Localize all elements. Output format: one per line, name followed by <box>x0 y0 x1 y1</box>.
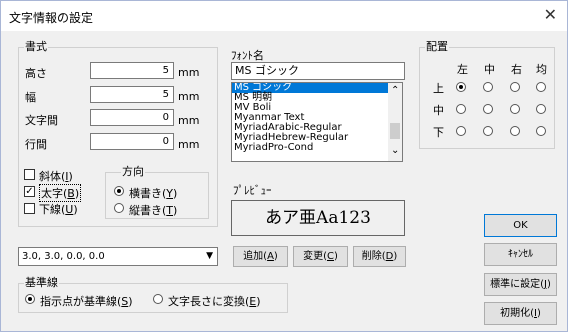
text-info-dialog: 文字情報の設定 ✕ 書式 高さ 5 mm 幅 5 mm 文字間 0 mm 行間 … <box>0 0 568 332</box>
col-right-label: 右 <box>511 63 522 76</box>
placement-radio[interactable] <box>483 104 493 114</box>
line-spacing-label: 行間 <box>25 138 47 151</box>
check-icon: ✓ <box>25 186 34 197</box>
font-name-label: ﾌｫﾝﾄ名 <box>231 49 264 62</box>
window-title: 文字情報の設定 <box>9 11 94 25</box>
ok-button[interactable]: OK <box>484 214 557 237</box>
baseline-length-radio[interactable] <box>153 294 163 304</box>
preview-box: あア亜Aa123 <box>231 200 405 236</box>
horizontal-radio[interactable] <box>114 186 124 196</box>
placement-radio[interactable] <box>483 82 493 92</box>
placement-radio[interactable] <box>483 126 493 136</box>
scroll-thumb[interactable] <box>390 123 400 139</box>
char-spacing-input[interactable]: 0 <box>90 109 174 126</box>
baseline-point-label: 指示点が基準線(S) <box>40 295 133 308</box>
italic-label: 斜体(I) <box>39 170 73 183</box>
col-justify-label: 均 <box>536 63 547 76</box>
line-spacing-input[interactable]: 0 <box>90 133 174 150</box>
font-list-scrollbar[interactable]: ⌃ ⌄ <box>388 83 402 161</box>
underline-checkbox[interactable] <box>24 203 35 214</box>
initialize-button[interactable]: 初期化(I) <box>484 302 557 325</box>
set-default-button[interactable]: 標準に設定(J) <box>484 273 557 296</box>
placement-group-label: 配置 <box>425 40 449 53</box>
bold-label: 太字(B) <box>39 184 82 202</box>
preset-combo-value: 3.0, 3.0, 0.0, 0.0 <box>22 251 105 262</box>
dropdown-arrow-icon[interactable]: ▼ <box>206 248 213 265</box>
col-left-label: 左 <box>457 63 468 76</box>
char-spacing-label: 文字間 <box>25 114 58 127</box>
vertical-radio[interactable] <box>114 203 124 213</box>
change-button[interactable]: 変更(C) <box>293 246 348 267</box>
delete-button[interactable]: 削除(D) <box>353 246 406 267</box>
width-label: 幅 <box>25 91 36 104</box>
height-label: 高さ <box>25 67 47 80</box>
format-group-label: 書式 <box>24 40 48 53</box>
close-icon[interactable]: ✕ <box>544 5 557 24</box>
baseline-group-label: 基準線 <box>24 276 59 289</box>
preset-combo[interactable]: 3.0, 3.0, 0.0, 0.0 ▼ <box>18 247 218 266</box>
baseline-length-label: 文字長さに変換(E) <box>168 295 261 308</box>
italic-checkbox[interactable] <box>24 169 35 180</box>
height-input[interactable]: 5 <box>90 62 174 79</box>
font-list-item[interactable]: MyriadPro-Cond <box>232 143 402 153</box>
width-unit: mm <box>178 90 200 103</box>
placement-radio[interactable] <box>510 82 520 92</box>
placement-radio[interactable] <box>536 126 546 136</box>
line-spacing-unit: mm <box>178 138 200 151</box>
placement-radio[interactable] <box>510 104 520 114</box>
baseline-point-radio[interactable] <box>25 294 35 304</box>
placement-radio[interactable] <box>456 126 466 136</box>
char-spacing-unit: mm <box>178 114 200 127</box>
bold-checkbox[interactable]: ✓ <box>24 186 35 197</box>
direction-group-label: 方向 <box>121 165 145 178</box>
col-center-label: 中 <box>484 63 495 76</box>
placement-radio[interactable] <box>456 82 466 92</box>
font-list[interactable]: MS ゴシック MS 明朝 MV Boli Myanmar Text Myria… <box>231 82 403 162</box>
underline-label: 下線(U) <box>39 203 78 216</box>
cancel-button[interactable]: ｷｬﾝｾﾙ <box>484 243 557 266</box>
placement-radio[interactable] <box>536 104 546 114</box>
add-button[interactable]: 追加(A) <box>233 246 288 267</box>
scroll-up-icon[interactable]: ⌃ <box>391 85 399 96</box>
height-unit: mm <box>178 66 200 79</box>
width-input[interactable]: 5 <box>90 86 174 103</box>
row-top-label: 上 <box>433 82 444 95</box>
row-bottom-label: 下 <box>433 126 444 139</box>
placement-radio[interactable] <box>536 82 546 92</box>
row-middle-label: 中 <box>433 104 444 117</box>
scroll-down-icon[interactable]: ⌄ <box>391 145 399 156</box>
placement-radio[interactable] <box>456 104 466 114</box>
title-bar: 文字情報の設定 ✕ <box>1 1 567 31</box>
placement-radio[interactable] <box>510 126 520 136</box>
preview-label: ﾌﾟﾚﾋﾞｭｰ <box>233 184 272 197</box>
font-name-input[interactable]: MS ゴシック <box>231 62 405 80</box>
horizontal-label: 横書き(Y) <box>129 187 178 200</box>
vertical-label: 縦書き(T) <box>129 204 178 217</box>
